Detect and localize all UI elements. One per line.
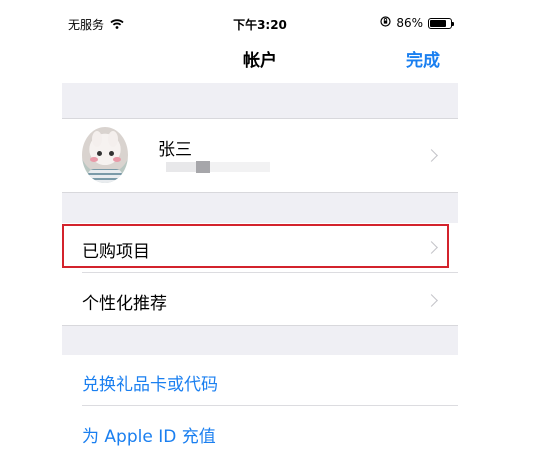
redacted-account-id bbox=[166, 161, 296, 173]
section-gap bbox=[62, 192, 458, 224]
battery-fill bbox=[430, 19, 447, 27]
profile-row[interactable]: 张三 bbox=[62, 119, 458, 192]
redaction-block bbox=[210, 162, 270, 172]
purchased-label: 已购项目 bbox=[82, 242, 150, 262]
chevron-right-icon bbox=[425, 149, 438, 162]
done-button[interactable]: 完成 bbox=[406, 46, 440, 71]
chevron-right-icon bbox=[425, 294, 438, 307]
page-title: 帐户 bbox=[243, 51, 277, 71]
status-right: 86% bbox=[380, 16, 454, 30]
battery-icon bbox=[428, 17, 454, 29]
avatar-eye bbox=[109, 151, 114, 156]
personalized-row[interactable]: 个性化推荐 bbox=[62, 274, 458, 325]
purchased-row[interactable]: 已购项目 bbox=[62, 223, 458, 273]
redeem-link: 兑换礼品卡或代码 bbox=[82, 375, 218, 395]
row-separator bbox=[82, 272, 458, 273]
avatar-shirt bbox=[88, 169, 122, 183]
add-funds-row[interactable]: 为 Apple ID 充值 bbox=[62, 407, 458, 454]
avatar-ear bbox=[92, 131, 102, 147]
redaction-block bbox=[166, 162, 196, 172]
orientation-lock-icon bbox=[380, 16, 391, 30]
battery-cap bbox=[452, 21, 454, 26]
avatar-blush bbox=[90, 157, 98, 162]
section-gap bbox=[62, 325, 458, 356]
avatar bbox=[82, 127, 128, 183]
avatar-ear bbox=[108, 131, 118, 147]
account-screen: 无服务 下午3:20 86% 帐户 完成 张三 已购项目 个性化推荐 兑换礼品卡… bbox=[62, 0, 458, 454]
redeem-row[interactable]: 兑换礼品卡或代码 bbox=[62, 355, 458, 406]
add-funds-link: 为 Apple ID 充值 bbox=[82, 427, 216, 447]
avatar-eye bbox=[97, 151, 102, 156]
avatar-blush bbox=[113, 157, 121, 162]
section-gap bbox=[62, 83, 458, 119]
row-separator bbox=[82, 405, 458, 406]
battery-percent: 86% bbox=[396, 16, 423, 30]
chevron-right-icon bbox=[425, 241, 438, 254]
status-bar: 无服务 下午3:20 86% bbox=[62, 0, 458, 44]
personalized-label: 个性化推荐 bbox=[82, 294, 167, 314]
redaction-block bbox=[196, 161, 210, 173]
profile-name: 张三 bbox=[158, 140, 192, 160]
